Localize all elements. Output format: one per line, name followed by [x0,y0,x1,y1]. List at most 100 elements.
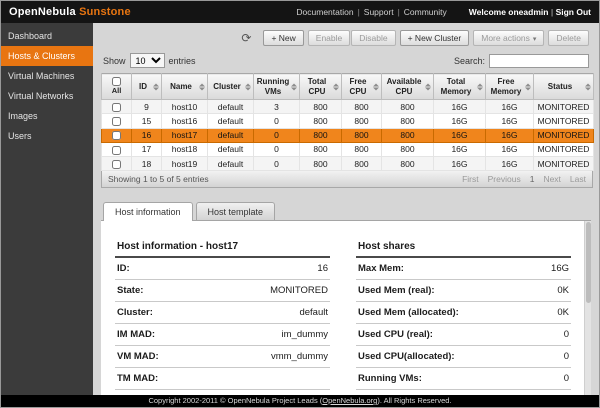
status-badge: MONITORED [534,142,594,156]
entries-label: entries [169,56,196,66]
vertical-scrollbar[interactable] [584,221,591,397]
link-documentation[interactable]: Documentation [296,7,353,17]
sidebar-item-users[interactable]: Users [1,126,93,146]
sidebar-item-virtual-networks[interactable]: Virtual Networks [1,86,93,106]
row-checkbox[interactable] [112,146,121,155]
content-area: ⟳ + New Enable Disable + New Cluster Mor… [93,23,599,397]
tab-host-information[interactable]: Host information [103,202,193,221]
header-total-memory[interactable]: Total Memory [434,74,486,100]
separator: | [551,7,553,17]
header-total-cpu[interactable]: Total CPU [300,74,342,100]
row-checkbox[interactable] [112,103,121,112]
sort-icon [373,83,379,90]
page-size-select[interactable]: 10 [130,53,165,68]
header-name[interactable]: Name [162,74,208,100]
row-checkbox[interactable] [112,131,121,140]
info-row-tm-mad: TM MAD: [115,368,330,390]
detail-panel-body: Host information - host17 ID:16 State:MO… [101,220,591,397]
pagination-last[interactable]: Last [570,174,586,184]
header-free-cpu[interactable]: Free CPU [342,74,382,100]
opennebula-org-link[interactable]: OpenNebula.org [322,396,377,405]
info-row-state: State:MONITORED [115,280,330,302]
pagination-first[interactable]: First [462,174,479,184]
sort-icon [291,83,297,90]
refresh-icon[interactable]: ⟳ [241,33,251,43]
separator: | [398,7,400,17]
more-actions-button[interactable]: More actions▾ [473,30,544,46]
info-row-id: ID:16 [115,258,330,280]
enable-button[interactable]: Enable [308,30,350,46]
search-input[interactable] [489,54,589,68]
copyright-text-after: ). All Rights Reserved. [377,396,451,405]
header-available-cpu[interactable]: Available CPU [382,74,434,100]
top-bar: OpenNebula Sunstone Documentation | Supp… [1,1,599,23]
scrollbar-thumb[interactable] [586,222,591,303]
shares-row-used-mem-allocated: Used Mem (allocated):0K [356,302,571,324]
all-label: All [104,87,129,96]
pagination-page-1[interactable]: 1 [530,174,535,184]
status-badge: MONITORED [534,114,594,128]
entries-summary: Showing 1 to 5 of 5 entries [108,174,209,184]
table-row[interactable]: 9host10default 3800800 80016G16G MONITOR… [102,100,594,114]
app-logo: OpenNebula Sunstone [9,6,131,18]
tab-host-template[interactable]: Host template [196,202,276,221]
sign-out-link[interactable]: Sign Out [556,7,591,17]
pagination-next[interactable]: Next [543,174,560,184]
sort-icon [585,83,591,90]
host-shares-title: Host shares [356,237,571,258]
pagination-previous[interactable]: Previous [488,174,521,184]
search-control: Search: [454,54,589,68]
sidebar-item-hosts-clusters[interactable]: Hosts & Clusters [1,46,93,66]
link-support[interactable]: Support [364,7,394,17]
table-row-selected[interactable]: 16host17default 0800800 80016G16G MONITO… [102,128,594,142]
shares-row-used-mem-real: Used Mem (real):0K [356,280,571,302]
delete-button[interactable]: Delete [548,30,589,46]
table-footer: Showing 1 to 5 of 5 entries First Previo… [101,171,593,188]
sort-icon [333,83,339,90]
copyright-text: Copyright 2002-2011 © OpenNebula Project… [148,396,322,405]
more-actions-label: More actions [481,33,530,43]
action-toolbar: ⟳ + New Enable Disable + New Cluster Mor… [101,27,591,51]
info-row-cluster: Cluster:default [115,302,330,324]
hosts-table: All ID Name Cluster Running VMs Total CP… [101,73,594,171]
new-host-button[interactable]: + New [263,30,303,46]
sort-icon [525,83,531,90]
host-detail-panel: Host information Host template Host info… [101,201,591,397]
link-community[interactable]: Community [404,7,447,17]
sidebar-item-images[interactable]: Images [1,106,93,126]
sort-icon [153,83,159,90]
header-status[interactable]: Status [534,74,594,100]
disable-button[interactable]: Disable [351,30,395,46]
welcome-text: Welcome oneadmin [469,7,549,17]
new-cluster-button[interactable]: + New Cluster [400,30,470,46]
table-row[interactable]: 17host18default 0800800 80016G16G MONITO… [102,142,594,156]
show-label: Show [103,56,126,66]
host-information-section: Host information - host17 ID:16 State:MO… [115,237,330,397]
enable-disable-group: Enable Disable [308,30,396,46]
select-all-checkbox[interactable] [112,77,121,86]
host-shares-section: Host shares Max Mem:16G Used Mem (real):… [356,237,571,397]
sidebar-item-dashboard[interactable]: Dashboard [1,26,93,46]
detail-tabs: Host information Host template [101,201,591,220]
info-row-vm-mad: VM MAD:vmm_dummy [115,346,330,368]
header-id[interactable]: ID [132,74,162,100]
header-running-vms[interactable]: Running VMs [254,74,300,100]
row-checkbox[interactable] [112,117,121,126]
header-free-memory[interactable]: Free Memory [486,74,534,100]
welcome-group: Welcome oneadmin | Sign Out [469,7,591,17]
header-select-all: All [102,74,132,100]
copyright-footer: Copyright 2002-2011 © OpenNebula Project… [1,395,599,407]
app-window: OpenNebula Sunstone Documentation | Supp… [0,0,600,408]
sort-icon [245,83,251,90]
table-row[interactable]: 18host19default 0800800 80016G16G MONITO… [102,157,594,171]
header-cluster[interactable]: Cluster [208,74,254,100]
table-row[interactable]: 15host16default 0800800 80016G16G MONITO… [102,114,594,128]
sort-icon [199,83,205,90]
status-badge: MONITORED [534,128,594,142]
sidebar-item-virtual-machines[interactable]: Virtual Machines [1,66,93,86]
top-links: Documentation | Support | Community Welc… [296,7,591,17]
shares-row-running-vms: Running VMs:0 [356,368,571,390]
separator: | [358,7,360,17]
row-checkbox[interactable] [112,160,121,169]
search-label: Search: [454,56,485,66]
